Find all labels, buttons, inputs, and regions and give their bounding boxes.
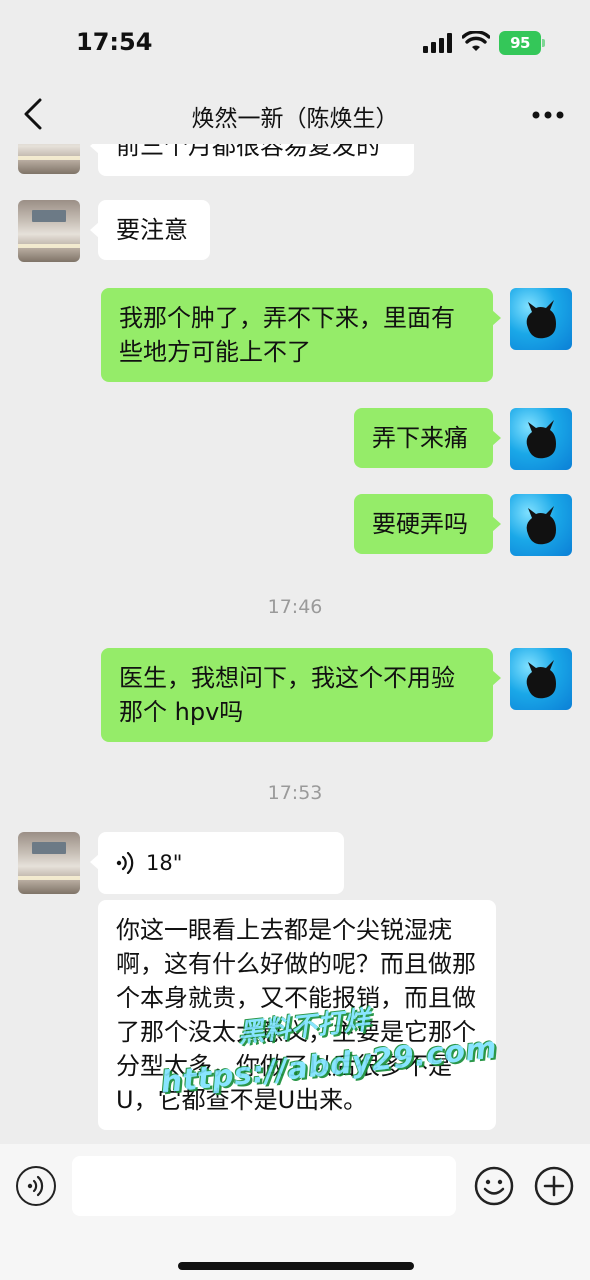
- message-text: 医生，我想问下，我这个不用验那个 hpv吗: [119, 664, 455, 726]
- chat-area[interactable]: 前三个月都很容易复发的 要注意 我那个肿了，弄不下来，里面有些地方可能上不了 弄…: [0, 144, 590, 1144]
- voice-duration: 18": [146, 851, 183, 875]
- status-bar: 17:54 95: [0, 0, 590, 86]
- my-avatar[interactable]: [510, 494, 572, 556]
- message-bubble[interactable]: 医生，我想问下，我这个不用验那个 hpv吗: [101, 648, 501, 742]
- message-bubble[interactable]: 要注意: [90, 200, 210, 260]
- message-input[interactable]: [72, 1156, 456, 1216]
- message-text: 前三个月都很容易复发的: [116, 144, 380, 160]
- doctor-avatar[interactable]: [18, 200, 80, 262]
- message-bubble[interactable]: 弄下来痛: [354, 408, 501, 468]
- home-indicator: [178, 1262, 414, 1270]
- message-text: 要注意: [116, 216, 188, 244]
- plus-icon[interactable]: [534, 1166, 574, 1206]
- message-bubble[interactable]: 前三个月都很容易复发的: [90, 144, 414, 176]
- my-avatar[interactable]: [510, 648, 572, 710]
- my-avatar[interactable]: [510, 288, 572, 350]
- message-timestamp: 17:53: [267, 782, 323, 804]
- doctor-avatar[interactable]: [18, 832, 80, 894]
- page-title: 焕然一新（陈焕生）: [191, 106, 399, 132]
- voice-input-button[interactable]: [16, 1166, 56, 1206]
- nav-bar: 焕然一新（陈焕生）: [0, 86, 590, 144]
- message-text: 要硬弄吗: [372, 510, 468, 538]
- voice-icon: [27, 1175, 44, 1197]
- message-bubble[interactable]: 要硬弄吗: [354, 494, 501, 554]
- message-timestamp: 17:46: [267, 596, 323, 618]
- emoji-icon[interactable]: [474, 1166, 514, 1206]
- voice-message-bubble[interactable]: 18": [90, 832, 344, 894]
- message-bubble[interactable]: 我那个肿了，弄不下来，里面有些地方可能上不了: [101, 288, 501, 382]
- battery-level: 95: [510, 34, 530, 52]
- input-bar: [0, 1144, 590, 1280]
- my-avatar[interactable]: [510, 408, 572, 470]
- doctor-avatar[interactable]: [18, 144, 80, 174]
- signal-icon: [423, 33, 452, 53]
- more-icon[interactable]: [528, 98, 568, 132]
- message-text: 我那个肿了，弄不下来，里面有些地方可能上不了: [119, 304, 455, 366]
- wifi-icon: [462, 31, 490, 51]
- voice-wave-icon: [116, 852, 134, 874]
- status-time: 17:54: [76, 28, 153, 56]
- message-text: 弄下来痛: [372, 424, 468, 452]
- battery-icon: 95: [499, 31, 545, 55]
